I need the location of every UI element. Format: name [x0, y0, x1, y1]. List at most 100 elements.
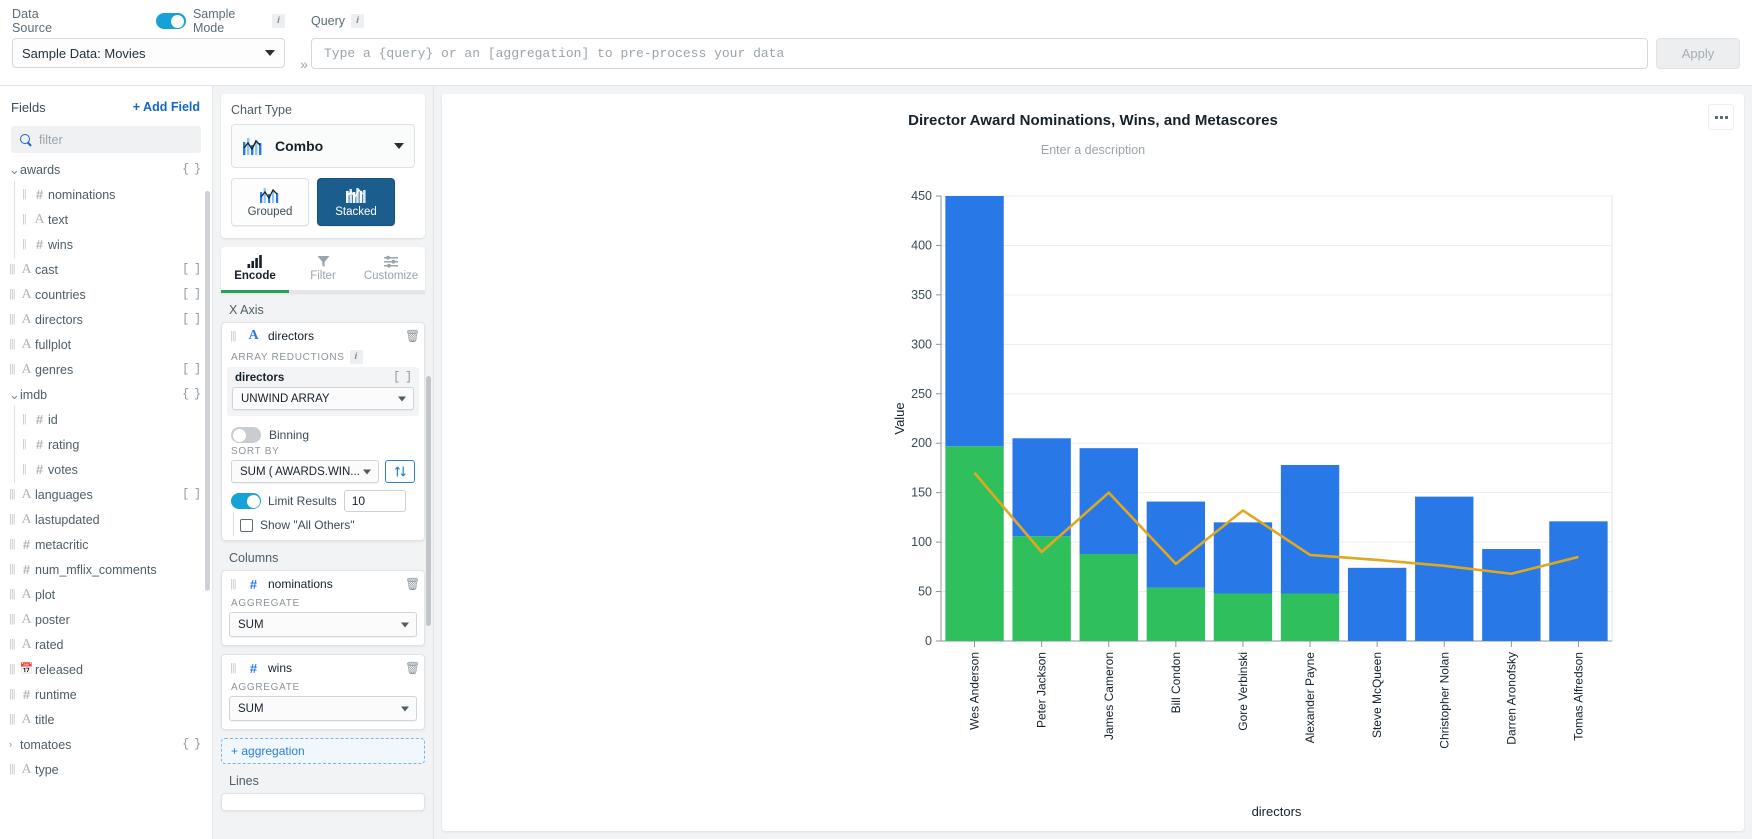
bar-segment-wins[interactable]: [1147, 588, 1205, 641]
drag-handle-icon[interactable]: |||: [9, 639, 18, 650]
delete-icon[interactable]: 🗑: [405, 662, 416, 674]
drag-handle-icon[interactable]: |||: [9, 764, 18, 775]
field-item-countries[interactable]: |||Acountries[ ]: [0, 282, 212, 307]
chart-menu-button[interactable]: [1708, 104, 1734, 130]
drag-handle-icon[interactable]: ||: [22, 464, 31, 475]
tab-customize[interactable]: Customize: [357, 247, 425, 290]
query-input[interactable]: Type a {query} or an [aggregation] to pr…: [311, 38, 1648, 69]
bar-segment-nominations[interactable]: [945, 196, 1003, 446]
fields-scrollbar[interactable]: [205, 191, 210, 596]
field-item-wins[interactable]: ||#wins: [0, 232, 212, 257]
drag-handle-icon[interactable]: |||: [9, 589, 18, 600]
chevron-down-icon[interactable]: ⌄: [9, 168, 20, 172]
drag-handle-icon[interactable]: |||: [9, 689, 18, 700]
add-field-button[interactable]: + Add Field: [133, 100, 200, 114]
tab-filter[interactable]: Filter: [289, 247, 357, 290]
field-item-fullplot[interactable]: |||Afullplot: [0, 332, 212, 357]
delete-icon[interactable]: 🗑: [405, 330, 416, 342]
limit-results-toggle[interactable]: [231, 493, 261, 509]
drag-handle-icon[interactable]: |||: [9, 664, 18, 675]
binning-toggle[interactable]: [231, 427, 261, 443]
grouped-layout-button[interactable]: Grouped: [231, 178, 309, 226]
sort-by-select[interactable]: SUM ( AWARDS.WIN...: [231, 460, 379, 483]
field-item-directors[interactable]: |||Adirectors[ ]: [0, 307, 212, 332]
array-reductions-info-icon[interactable]: i: [350, 350, 363, 364]
drag-handle-icon[interactable]: ||: [22, 214, 31, 225]
fields-scrollbar-thumb[interactable]: [205, 191, 210, 591]
drag-handle-icon[interactable]: |||: [9, 314, 18, 325]
field-item-released[interactable]: |||📅released: [0, 657, 212, 682]
chevron-down-icon[interactable]: ⌄: [9, 393, 20, 397]
drag-handle-icon[interactable]: |||: [9, 489, 18, 500]
field-item-metacritic[interactable]: |||#metacritic: [0, 532, 212, 557]
encode-scrollbar-thumb[interactable]: [426, 376, 431, 626]
drag-handle-icon[interactable]: ||: [22, 414, 31, 425]
field-item-lastupdated[interactable]: |||Alastupdated: [0, 507, 212, 532]
drag-handle-icon[interactable]: |||: [9, 714, 18, 725]
field-item-cast[interactable]: |||Acast[ ]: [0, 257, 212, 282]
bar-segment-nominations[interactable]: [1080, 448, 1138, 554]
field-item-rating[interactable]: ||#rating: [0, 432, 212, 457]
drag-handle-icon[interactable]: |||: [230, 663, 239, 674]
bar-segment-nominations[interactable]: [1214, 522, 1272, 593]
show-all-others-checkbox[interactable]: [240, 519, 253, 532]
chevron-right-icon[interactable]: ›: [9, 740, 20, 749]
drag-handle-icon[interactable]: |||: [9, 614, 18, 625]
bar-segment-nominations[interactable]: [1348, 568, 1406, 641]
drag-handle-icon[interactable]: ||: [22, 189, 31, 200]
field-item-languages[interactable]: |||Alanguages[ ]: [0, 482, 212, 507]
sample-mode-control[interactable]: Sample Mode i: [156, 7, 285, 35]
limit-results-input[interactable]: 10: [344, 490, 406, 512]
field-item-plot[interactable]: |||Aplot: [0, 582, 212, 607]
bar-segment-nominations[interactable]: [1147, 502, 1205, 588]
bar-segment-wins[interactable]: [1080, 554, 1138, 641]
field-item-tomatoes[interactable]: ›tomatoes{ }: [0, 732, 212, 757]
field-item-poster[interactable]: |||Aposter: [0, 607, 212, 632]
chart-description[interactable]: Enter a description: [442, 129, 1744, 157]
drag-handle-icon[interactable]: ||: [22, 239, 31, 250]
bar-segment-wins[interactable]: [945, 446, 1003, 641]
drag-handle-icon[interactable]: |||: [230, 331, 239, 342]
field-item-title[interactable]: |||Atitle: [0, 707, 212, 732]
delete-icon[interactable]: 🗑: [405, 578, 416, 590]
drag-handle-icon[interactable]: ||: [22, 439, 31, 450]
drag-handle-icon[interactable]: |||: [9, 339, 18, 350]
aggregate-select[interactable]: SUM: [229, 696, 417, 721]
reduction-select[interactable]: UNWIND ARRAY: [232, 387, 414, 410]
field-item-rated[interactable]: |||Arated: [0, 632, 212, 657]
field-item-imdb[interactable]: ⌄imdb{ }: [0, 382, 212, 407]
field-item-awards[interactable]: ⌄awards{ }: [0, 157, 212, 182]
field-item-nominations[interactable]: ||#nominations: [0, 182, 212, 207]
drag-handle-icon[interactable]: |||: [9, 564, 18, 575]
apply-button[interactable]: Apply: [1656, 38, 1740, 69]
field-item-type[interactable]: |||Atype: [0, 757, 212, 782]
bar-segment-nominations[interactable]: [1482, 549, 1540, 641]
query-info-icon[interactable]: i: [351, 14, 364, 28]
field-item-genres[interactable]: |||Agenres[ ]: [0, 357, 212, 382]
drag-handle-icon[interactable]: |||: [230, 579, 239, 590]
bar-segment-nominations[interactable]: [1549, 521, 1607, 641]
bar-segment-wins[interactable]: [1214, 594, 1272, 641]
stacked-layout-button[interactable]: Stacked: [317, 178, 395, 226]
bar-segment-wins[interactable]: [1281, 594, 1339, 641]
field-item-votes[interactable]: ||#votes: [0, 457, 212, 482]
expand-chevron-icon[interactable]: »: [297, 56, 311, 72]
aggregate-select[interactable]: SUM: [229, 612, 417, 637]
drag-handle-icon[interactable]: |||: [9, 364, 18, 375]
data-source-select[interactable]: Sample Data: Movies: [12, 38, 285, 68]
drag-handle-icon[interactable]: |||: [9, 289, 18, 300]
fields-filter-input[interactable]: filter: [39, 133, 63, 147]
add-aggregation-button[interactable]: + aggregation: [221, 738, 425, 764]
sample-mode-info-icon[interactable]: i: [272, 14, 285, 28]
fields-filter-row[interactable]: filter: [11, 126, 201, 153]
chart-type-select[interactable]: Combo: [231, 124, 415, 168]
field-item-id[interactable]: ||#id: [0, 407, 212, 432]
tab-encode[interactable]: Encode: [221, 247, 289, 290]
bar-segment-nominations[interactable]: [1281, 465, 1339, 594]
drag-handle-icon[interactable]: |||: [9, 539, 18, 550]
drag-handle-icon[interactable]: |||: [9, 264, 18, 275]
drag-handle-icon[interactable]: |||: [9, 514, 18, 525]
sort-direction-button[interactable]: [385, 460, 415, 483]
field-item-num_mflix_comments[interactable]: |||#num_mflix_comments: [0, 557, 212, 582]
bar-segment-nominations[interactable]: [1012, 438, 1070, 536]
